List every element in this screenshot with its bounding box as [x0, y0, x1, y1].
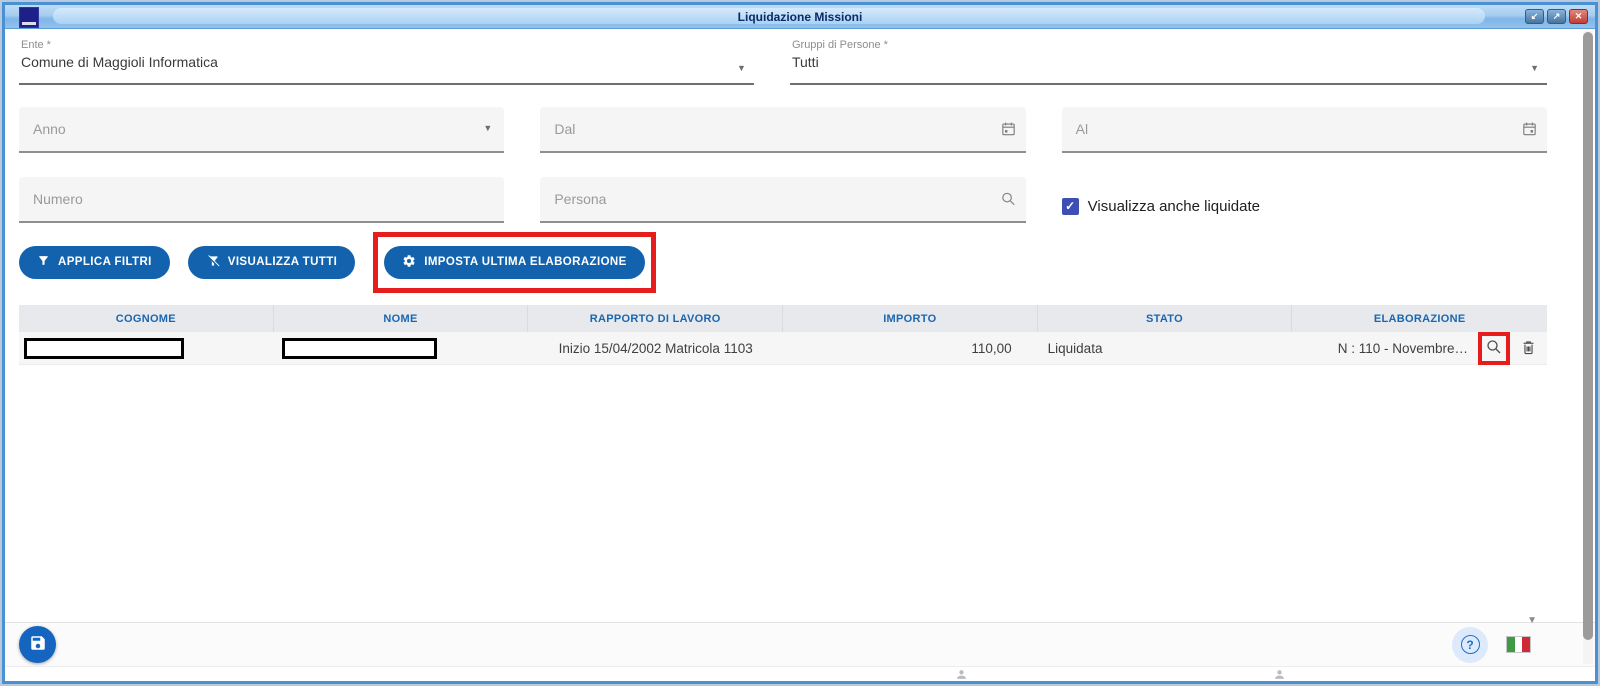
anno-select[interactable]: Anno ▼ — [19, 107, 505, 153]
visualizza-tutti-button[interactable]: VISUALIZZA TUTTI — [187, 245, 356, 279]
header-elaborazione[interactable]: ELABORAZIONE — [1292, 305, 1547, 332]
gruppi-persone-select[interactable]: Gruppi di Persone * Tutti ▼ — [789, 37, 1547, 85]
save-button[interactable] — [19, 626, 56, 663]
table-row[interactable]: Inizio 15/04/2002 Matricola 1103 110,00 … — [19, 332, 1547, 365]
ente-value: Comune di Maggioli Informatica — [21, 54, 218, 70]
window-controls: ↙ ↗ ✕ — [1525, 9, 1588, 24]
chevron-down-icon[interactable]: ▼ — [1530, 63, 1539, 73]
annotation-box-imposta: IMPOSTA ULTIMA ELABORAZIONE — [373, 231, 656, 293]
al-placeholder: Al — [1075, 121, 1089, 137]
magnifier-icon — [1485, 338, 1503, 359]
main-content: Ente * Comune di Maggioli Informatica ▼ … — [5, 29, 1595, 622]
chevron-down-icon[interactable]: ▼ — [483, 123, 492, 133]
filter-row-3: Numero Persona ✓ Visualizza anche liquid… — [19, 177, 1547, 223]
cell-stato: Liquidata — [1047, 341, 1103, 356]
applica-filtri-label: APPLICA FILTRI — [58, 256, 152, 268]
numero-input[interactable]: Numero — [19, 177, 505, 223]
vertical-scrollbar[interactable] — [1583, 31, 1593, 664]
dal-date-input[interactable]: Dal — [540, 107, 1026, 153]
applica-filtri-button[interactable]: APPLICA FILTRI — [19, 245, 170, 279]
anno-placeholder: Anno — [33, 121, 66, 137]
header-stato[interactable]: STATO — [1038, 305, 1293, 332]
imposta-ultima-elaborazione-button[interactable]: IMPOSTA ULTIMA ELABORAZIONE — [384, 245, 645, 279]
cell-cognome — [19, 338, 274, 359]
visualizza-tutti-label: VISUALIZZA TUTTI — [227, 256, 338, 268]
close-button[interactable]: ✕ — [1569, 9, 1588, 24]
cell-rapporto-di-lavoro: Inizio 15/04/2002 Matricola 1103 — [558, 341, 753, 356]
search-icon[interactable] — [1000, 191, 1017, 208]
imposta-ultima-elaborazione-label: IMPOSTA ULTIMA ELABORAZIONE — [424, 256, 627, 268]
cell-elaborazione: N : 110 - Novembre… — [1292, 332, 1547, 365]
scrollbar-thumb[interactable] — [1583, 32, 1593, 640]
redaction-box — [281, 338, 437, 359]
annotation-box-magnifier — [1478, 332, 1510, 365]
cell-importo: 110,00 — [971, 341, 1012, 356]
header-cognome[interactable]: COGNOME — [19, 305, 274, 332]
ente-select[interactable]: Ente * Comune di Maggioli Informatica ▼ — [19, 37, 754, 85]
redaction-box — [24, 338, 184, 359]
filter-row-1: Ente * Comune di Maggioli Informatica ▼ … — [19, 37, 1547, 85]
gruppi-persone-value: Tutti — [791, 54, 819, 70]
footer-right-group: ? — [1452, 626, 1531, 663]
header-importo[interactable]: IMPORTO — [783, 305, 1038, 332]
clipped-bottom-strip — [5, 666, 1595, 681]
header-rapporto-di-lavoro[interactable]: RAPPORTO DI LAVORO — [528, 305, 783, 332]
toolbar: APPLICA FILTRI VISUALIZZA TUTTI IMPOSTA … — [19, 231, 1547, 293]
maximize-button[interactable]: ↗ — [1547, 9, 1566, 24]
window-title: Liquidazione Missioni — [737, 9, 863, 24]
visualizza-liquidate-checkbox-row: ✓ Visualizza anche liquidate — [1061, 177, 1547, 223]
header-nome[interactable]: NOME — [274, 305, 529, 332]
persona-input[interactable]: Persona — [540, 177, 1026, 223]
maggioli-logo-icon — [19, 7, 39, 28]
ente-label: Ente * — [21, 39, 51, 51]
chevron-down-icon[interactable]: ▼ — [1527, 615, 1537, 626]
delete-row-button[interactable] — [1520, 339, 1537, 359]
help-button[interactable]: ? — [1452, 626, 1488, 663]
dal-placeholder: Dal — [554, 121, 576, 137]
gear-icon — [402, 254, 416, 271]
table-header-row: COGNOME NOME RAPPORTO DI LAVORO IMPORTO … — [19, 305, 1547, 332]
italian-flag-icon[interactable] — [1506, 636, 1531, 653]
gruppi-persone-label: Gruppi di Persone * — [791, 39, 888, 51]
al-date-input[interactable]: Al — [1061, 107, 1547, 153]
filter-icon — [37, 254, 50, 270]
checkbox-checked-icon[interactable]: ✓ — [1061, 197, 1079, 215]
calendar-icon[interactable] — [1000, 121, 1017, 138]
trash-icon — [1520, 339, 1537, 359]
filter-row-2: Anno ▼ Dal Al — [19, 107, 1547, 153]
minimize-button[interactable]: ↙ — [1525, 9, 1544, 24]
elaborazione-text: N : 110 - Novembre… — [1337, 341, 1468, 356]
person-icon — [1273, 668, 1286, 686]
results-table: COGNOME NOME RAPPORTO DI LAVORO IMPORTO … — [19, 305, 1547, 622]
numero-placeholder: Numero — [33, 191, 83, 207]
floppy-save-icon — [29, 634, 47, 655]
person-icon — [955, 668, 968, 686]
footer-bar: ? ▼ — [5, 615, 1595, 666]
app-window: Liquidazione Missioni ↙ ↗ ✕ Ente * Comun… — [2, 2, 1598, 684]
help-icon: ? — [1460, 635, 1480, 654]
visualizza-liquidate-label: Visualizza anche liquidate — [1087, 197, 1260, 215]
cell-nome — [274, 338, 529, 359]
calendar-icon[interactable] — [1521, 121, 1538, 138]
filter-off-icon — [206, 254, 220, 271]
view-elaborazione-button[interactable] — [1485, 338, 1503, 359]
chevron-down-icon[interactable]: ▼ — [737, 63, 746, 73]
persona-placeholder: Persona — [554, 191, 607, 207]
title-bar: Liquidazione Missioni ↙ ↗ ✕ — [5, 5, 1595, 29]
